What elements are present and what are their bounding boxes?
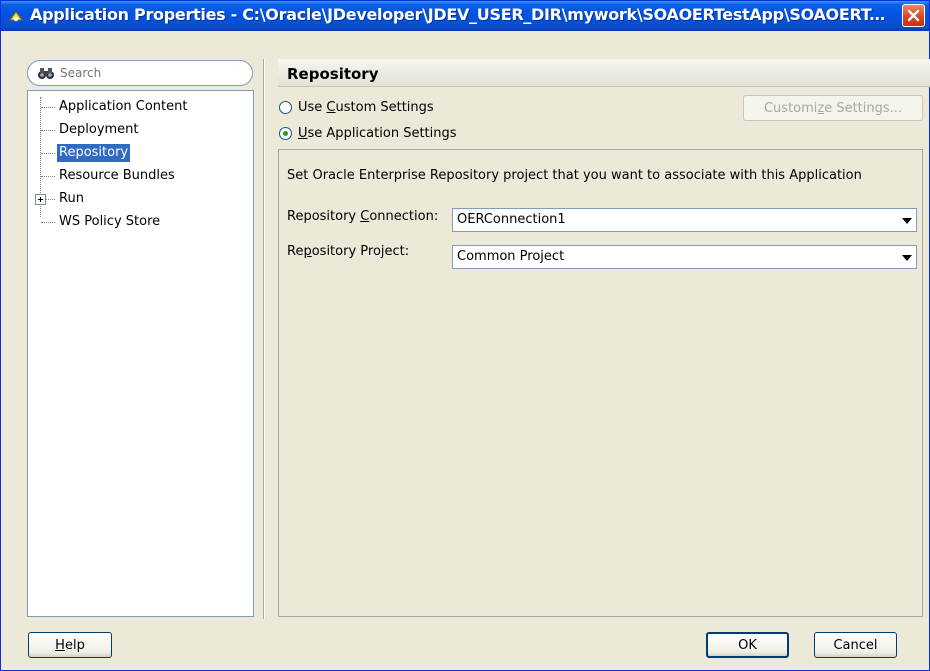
window-title: Application Properties - C:\Oracle\JDeve…	[30, 5, 890, 24]
tree-item-label: WS Policy Store	[59, 214, 161, 229]
radio-label: Use Custom Settings	[298, 99, 434, 115]
navigation-tree[interactable]: Application Content Deployment Repositor…	[27, 90, 254, 617]
panel-title: Repository	[287, 65, 379, 83]
repository-connection-label: Repository Connection:	[287, 209, 439, 224]
cancel-button[interactable]: Cancel	[814, 632, 897, 658]
search-box[interactable]	[27, 60, 253, 86]
title-bar[interactable]: Application Properties - C:\Oracle\JDeve…	[1, 1, 929, 31]
panel-splitter[interactable]	[263, 59, 265, 619]
use-application-settings-radio[interactable]: Use Application Settings	[279, 123, 457, 143]
chevron-down-icon[interactable]	[902, 218, 912, 224]
tree-item-label: Repository	[57, 144, 131, 162]
search-input[interactable]	[60, 64, 246, 82]
repository-settings-group: Set Oracle Enterprise Repository project…	[278, 149, 923, 617]
radio-circle[interactable]	[279, 126, 292, 140]
repository-description: Set Oracle Enterprise Repository project…	[287, 168, 862, 183]
tree-item-run[interactable]: Run	[28, 189, 248, 209]
tree-item-label: Resource Bundles	[59, 168, 175, 183]
app-properties-icon	[9, 11, 23, 22]
customize-settings-button[interactable]: Customi z e Settings...	[743, 95, 923, 121]
binoculars-icon	[38, 68, 54, 79]
application-properties-dialog: Application Properties - C:\Oracle\JDeve…	[0, 0, 930, 671]
tree-item-ws-policy-store[interactable]: WS Policy Store	[28, 212, 248, 232]
repository-connection-select[interactable]: OERConnection1	[452, 208, 917, 232]
tree-item-deployment[interactable]: Deployment	[28, 120, 248, 140]
use-custom-settings-radio[interactable]: Use Custom Settings	[279, 97, 434, 117]
repository-project-label: Repository Project:	[287, 244, 410, 259]
tree-item-resource-bundles[interactable]: Resource Bundles	[28, 166, 248, 186]
panel-header: Repository	[278, 59, 930, 87]
tree-item-repository[interactable]: Repository	[28, 143, 248, 163]
tree-item-application-content[interactable]: Application Content	[28, 97, 248, 117]
repository-connection-value: OERConnection1	[457, 212, 566, 227]
radio-label: Use Application Settings	[298, 125, 457, 141]
repository-project-value: Common Project	[457, 249, 565, 264]
tree-item-label: Run	[59, 191, 84, 206]
chevron-down-icon[interactable]	[902, 255, 912, 261]
tree-item-label: Application Content	[59, 99, 188, 114]
radio-circle[interactable]	[279, 100, 292, 114]
tree-item-label: Deployment	[59, 122, 139, 137]
close-button[interactable]	[902, 4, 925, 27]
close-icon	[907, 9, 920, 22]
ok-button[interactable]: OK	[706, 632, 789, 658]
expand-icon[interactable]	[35, 194, 46, 205]
help-button[interactable]: Help	[28, 632, 112, 658]
repository-project-select[interactable]: Common Project	[452, 245, 917, 269]
